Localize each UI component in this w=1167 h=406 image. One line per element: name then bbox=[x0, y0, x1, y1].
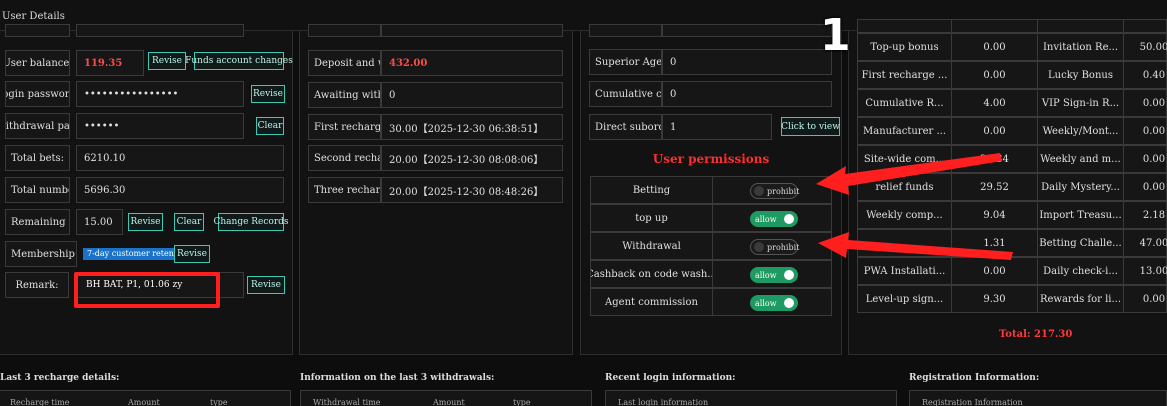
annotation-arrows bbox=[816, 153, 1013, 260]
annotation-arrow-withdrawal bbox=[818, 232, 1013, 260]
annotation-arrow-betting bbox=[816, 153, 1002, 195]
